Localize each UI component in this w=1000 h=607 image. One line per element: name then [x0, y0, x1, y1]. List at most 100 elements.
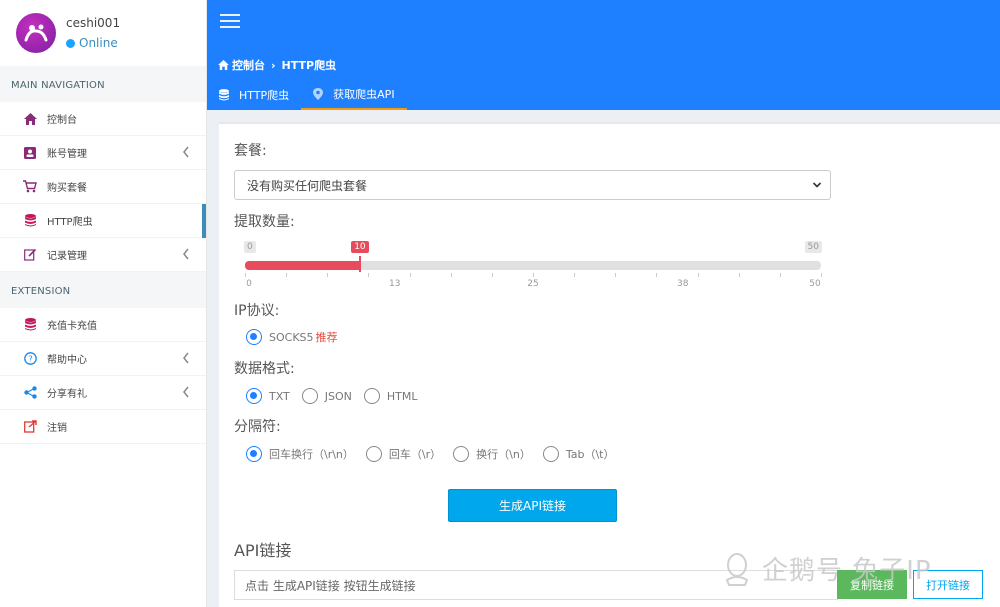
format-option-label: TXT — [269, 389, 290, 403]
separator-option-cr[interactable]: 回车（\r） — [365, 446, 442, 462]
online-dot-icon — [66, 38, 75, 48]
generate-api-button[interactable]: 生成API链接 — [448, 489, 617, 522]
sidebar-item-label: 充值卡充值 — [47, 321, 97, 332]
radio-unchecked-icon[interactable] — [365, 446, 382, 462]
sidebar-item-logout[interactable]: 注销 — [0, 410, 206, 444]
protocol-option-socks5[interactable]: SOCKS5 推荐 — [246, 329, 338, 345]
radio-unchecked-icon[interactable] — [301, 388, 318, 404]
tab-http-crawler[interactable]: HTTP爬虫 — [207, 80, 301, 110]
svg-text:?: ? — [28, 355, 32, 364]
protocol-radio-group: SOCKS5 推荐 — [246, 329, 350, 345]
slider-tick-label: 0 — [246, 279, 252, 289]
separator-radio-group: 回车换行（\r\n） 回车（\r） 换行（\n） Tab（\t） — [246, 446, 626, 462]
sidebar-item-accounts[interactable]: 账号管理 — [0, 136, 206, 170]
slider-tick — [409, 273, 411, 277]
tab-label: 获取爬虫API — [333, 88, 395, 101]
question-icon: ? — [23, 352, 37, 366]
home-icon — [23, 112, 37, 126]
separator-option-crlf[interactable]: 回车换行（\r\n） — [246, 446, 354, 462]
slider-tick — [738, 273, 740, 277]
slider-tick-label: 38 — [677, 279, 689, 289]
sidebar-item-help[interactable]: ? 帮助中心 — [0, 342, 206, 376]
sidebar-item-http-crawler[interactable]: HTTP爬虫 — [0, 204, 206, 238]
user-status-label: Online — [79, 36, 118, 50]
separator-option-label: 回车（\r） — [388, 448, 442, 461]
main-content: 套餐: 没有购买任何爬虫套餐 提取数量: 0 10 50 0 13 25 38 50 I… — [219, 122, 1000, 607]
quantity-slider[interactable]: 0 10 50 0 13 25 38 50 — [244, 239, 822, 299]
separator-option-lf[interactable]: 换行（\n） — [453, 446, 531, 462]
sidebar: ceshi001 Online MAIN NAVIGATION 控制台 账号管理… — [0, 0, 207, 607]
slider-tick — [368, 273, 370, 277]
breadcrumb-home[interactable]: 控制台 — [232, 57, 265, 73]
nav-header-main: MAIN NAVIGATION — [0, 66, 206, 102]
sidebar-item-share[interactable]: 分享有礼 — [0, 376, 206, 410]
chevron-left-icon — [183, 352, 189, 364]
protocol-label: IP协议: — [234, 303, 280, 319]
package-select[interactable]: 没有购买任何爬虫套餐 — [234, 170, 831, 200]
separator-option-tab[interactable]: Tab（\t） — [542, 446, 615, 462]
package-label: 套餐: — [234, 143, 267, 159]
menu-toggle-icon[interactable] — [220, 14, 240, 32]
id-card-icon — [23, 146, 37, 160]
chevron-left-icon — [183, 386, 189, 398]
slider-tick — [821, 273, 822, 277]
slider-tick-label: 25 — [527, 279, 539, 289]
slider-tick — [245, 273, 246, 277]
breadcrumb-separator-icon: › — [271, 58, 276, 72]
breadcrumb: 控制台 › HTTP爬虫 — [218, 57, 336, 73]
package-select-value: 没有购买任何爬虫套餐 — [247, 178, 368, 193]
chevron-left-icon — [183, 146, 189, 158]
database-icon — [23, 214, 37, 228]
sidebar-item-buy-package[interactable]: 购买套餐 — [0, 170, 206, 204]
format-option-label: JSON — [324, 389, 352, 403]
sidebar-item-label: 分享有礼 — [47, 389, 87, 400]
radio-unchecked-icon[interactable] — [453, 446, 470, 462]
tab-label: HTTP爬虫 — [239, 89, 290, 102]
format-option-json[interactable]: JSON — [301, 388, 352, 404]
sidebar-item-label: 注销 — [47, 423, 67, 434]
slider-tick-label: 50 — [809, 279, 821, 289]
radio-unchecked-icon[interactable] — [363, 388, 380, 404]
slider-tick — [779, 273, 781, 277]
edit-icon — [23, 248, 37, 262]
sidebar-item-recharge[interactable]: 充值卡充值 — [0, 308, 206, 342]
slider-tick — [615, 273, 617, 277]
sidebar-item-dashboard[interactable]: 控制台 — [0, 102, 206, 136]
slider-tick — [450, 273, 452, 277]
separator-option-label: Tab（\t） — [565, 448, 615, 461]
slider-tick — [491, 273, 493, 277]
separator-option-label: 换行（\n） — [476, 448, 531, 461]
user-status: Online — [66, 36, 120, 50]
sidebar-item-records[interactable]: 记录管理 — [0, 238, 206, 272]
penguin-logo-icon — [725, 552, 749, 586]
slider-handle[interactable] — [359, 256, 362, 272]
header-bar: 控制台 › HTTP爬虫 HTTP爬虫 获取爬虫API — [207, 0, 1000, 110]
radio-checked-icon[interactable] — [246, 446, 262, 462]
tab-get-crawler-api[interactable]: 获取爬虫API — [301, 80, 407, 110]
format-radio-group: TXT JSON HTML — [246, 388, 430, 404]
radio-unchecked-icon[interactable] — [542, 446, 559, 462]
user-panel: ceshi001 Online — [0, 0, 206, 66]
rabbit-logo-icon — [24, 24, 48, 42]
recommend-badge: 推荐 — [315, 331, 338, 344]
share-icon — [23, 386, 37, 400]
avatar[interactable] — [16, 13, 56, 53]
protocol-option-label: SOCKS5 — [269, 330, 314, 344]
api-link-title: API链接 — [234, 541, 292, 560]
sidebar-item-label: 控制台 — [47, 115, 77, 126]
format-label: 数据格式: — [234, 361, 295, 377]
watermark: 企鹅号 兔子IP — [722, 550, 932, 587]
format-option-html[interactable]: HTML — [363, 388, 418, 404]
slider-fill — [245, 261, 361, 270]
slider-value-tag: 10 — [351, 241, 369, 253]
radio-checked-icon[interactable] — [246, 388, 262, 404]
slider-tick — [574, 273, 576, 277]
slider-tick — [533, 273, 534, 277]
sidebar-item-label: 账号管理 — [47, 149, 87, 160]
radio-checked-icon[interactable] — [246, 329, 262, 345]
slider-tick-label: 13 — [389, 279, 401, 289]
format-option-txt[interactable]: TXT — [246, 388, 290, 404]
home-icon — [218, 60, 229, 70]
separator-option-label: 回车换行（\r\n） — [269, 448, 354, 461]
user-name: ceshi001 — [66, 16, 121, 30]
